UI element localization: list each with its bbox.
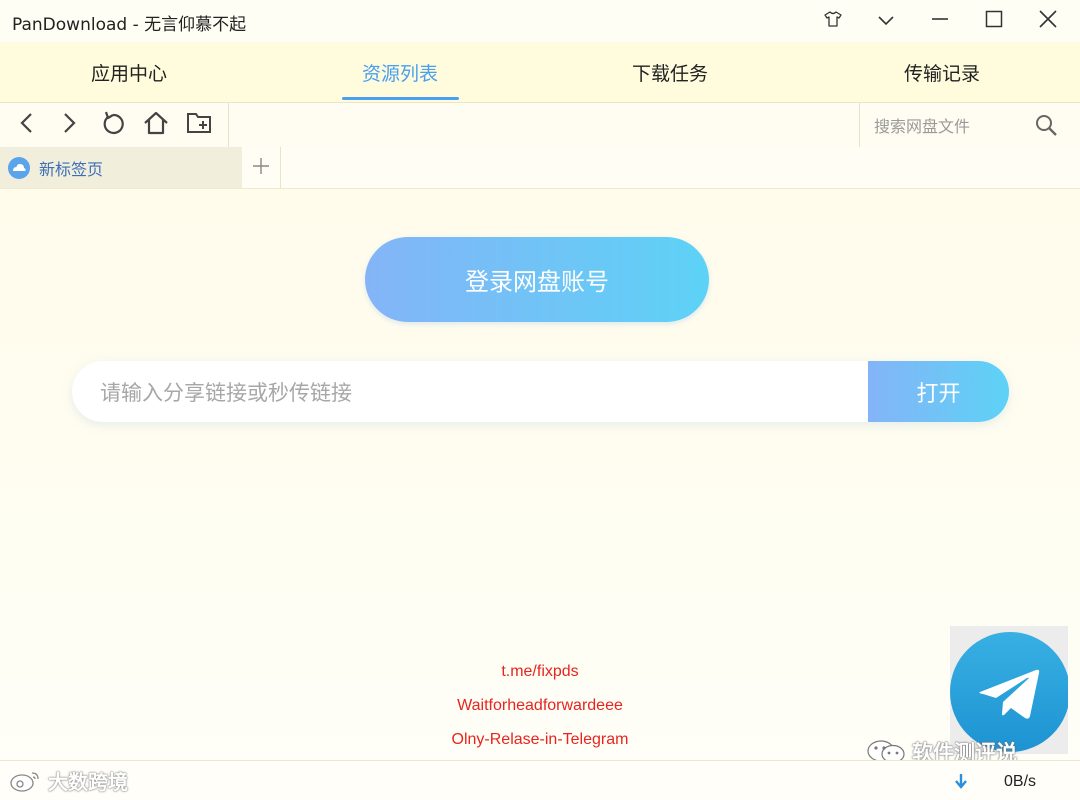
search-input[interactable] — [872, 113, 1036, 139]
maximize-button[interactable] — [977, 6, 1011, 36]
download-arrow-icon — [954, 773, 968, 793]
new-folder-button[interactable] — [184, 109, 216, 141]
new-folder-icon — [186, 111, 214, 139]
search-box — [859, 103, 1080, 147]
close-button[interactable] — [1031, 6, 1065, 36]
toolbar-divider — [228, 103, 229, 147]
window-title: PanDownload - 无言仰慕不起 — [12, 15, 247, 35]
menu-dropdown-button[interactable] — [869, 6, 903, 36]
plus-icon — [252, 157, 270, 179]
add-tab-button[interactable] — [242, 147, 281, 188]
page-tab-label: 新标签页 — [39, 159, 104, 179]
main-tabs: 应用中心 资源列表 下载任务 传输记录 — [0, 42, 1080, 103]
home-icon — [143, 111, 169, 139]
status-bar: 0B/s — [0, 760, 1080, 800]
tab-app-center[interactable]: 应用中心 — [44, 42, 214, 102]
cloud-icon — [7, 156, 31, 180]
watermark-left: 大数跨境 — [8, 766, 128, 795]
footer-line-2: Waitforheadforwardeee — [457, 697, 623, 714]
back-button[interactable] — [11, 109, 43, 141]
link-input-box: 打开 — [72, 361, 1009, 422]
toolbar — [0, 103, 1080, 148]
weibo-icon — [8, 769, 44, 793]
refresh-button[interactable] — [97, 109, 129, 141]
forward-icon — [59, 112, 79, 138]
skin-button[interactable] — [816, 6, 850, 36]
footer-line-1: t.me/fixpds — [501, 663, 579, 680]
chevron-down-icon — [877, 12, 895, 31]
home-button[interactable] — [140, 109, 172, 141]
shirt-icon — [824, 11, 842, 31]
maximize-icon — [985, 10, 1003, 32]
tab-transfer-records[interactable]: 传输记录 — [857, 42, 1027, 102]
title-bar: PanDownload - 无言仰慕不起 — [0, 0, 1080, 42]
close-icon — [1039, 10, 1057, 32]
share-link-input[interactable] — [98, 375, 862, 411]
minimize-icon — [931, 10, 949, 32]
telegram-logo — [950, 626, 1070, 754]
tab-download-tasks[interactable]: 下载任务 — [585, 42, 755, 102]
search-icon[interactable] — [1032, 111, 1060, 139]
page-tabs: 新标签页 — [0, 147, 1080, 189]
login-button[interactable]: 登录网盘账号 — [365, 237, 709, 322]
download-speed: 0B/s — [1004, 773, 1037, 790]
active-tab-indicator — [342, 97, 459, 100]
refresh-icon — [101, 111, 125, 139]
forward-button[interactable] — [53, 109, 85, 141]
minimize-button[interactable] — [923, 6, 957, 36]
page-tab-new[interactable]: 新标签页 — [0, 147, 242, 188]
open-button[interactable]: 打开 — [868, 361, 1009, 422]
watermark-left-text: 大数跨境 — [48, 770, 128, 794]
tab-resource-list[interactable]: 资源列表 — [315, 42, 485, 102]
back-icon — [17, 112, 37, 138]
footer-line-3: Olny-Relase-in-Telegram — [451, 731, 629, 748]
